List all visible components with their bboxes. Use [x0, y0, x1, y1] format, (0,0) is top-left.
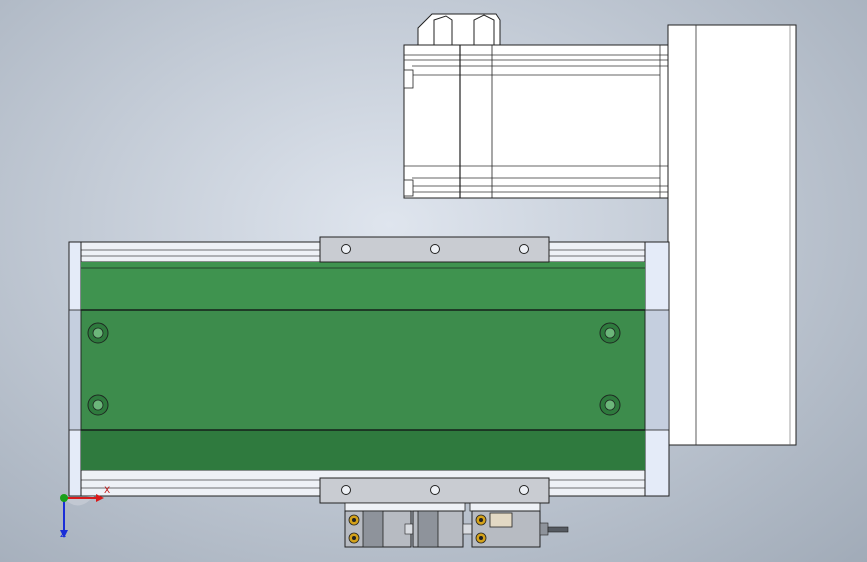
sensor-2	[412, 510, 474, 548]
reference-triad	[60, 494, 104, 538]
motor-connector	[417, 13, 501, 46]
bottom-bracket	[319, 477, 550, 504]
pulley-housing	[667, 24, 797, 446]
cad-model-drawing[interactable]	[0, 0, 867, 562]
sensor-3	[471, 510, 569, 548]
top-bracket	[319, 236, 550, 263]
sensor-1	[344, 510, 414, 548]
linear-module[interactable]	[68, 236, 670, 504]
triad-x-label: X	[104, 486, 111, 496]
motor-body	[403, 44, 669, 199]
cad-viewport[interactable]: X Z	[0, 0, 867, 562]
triad-z-label: Z	[60, 530, 67, 540]
limit-sensors[interactable]	[344, 502, 569, 548]
